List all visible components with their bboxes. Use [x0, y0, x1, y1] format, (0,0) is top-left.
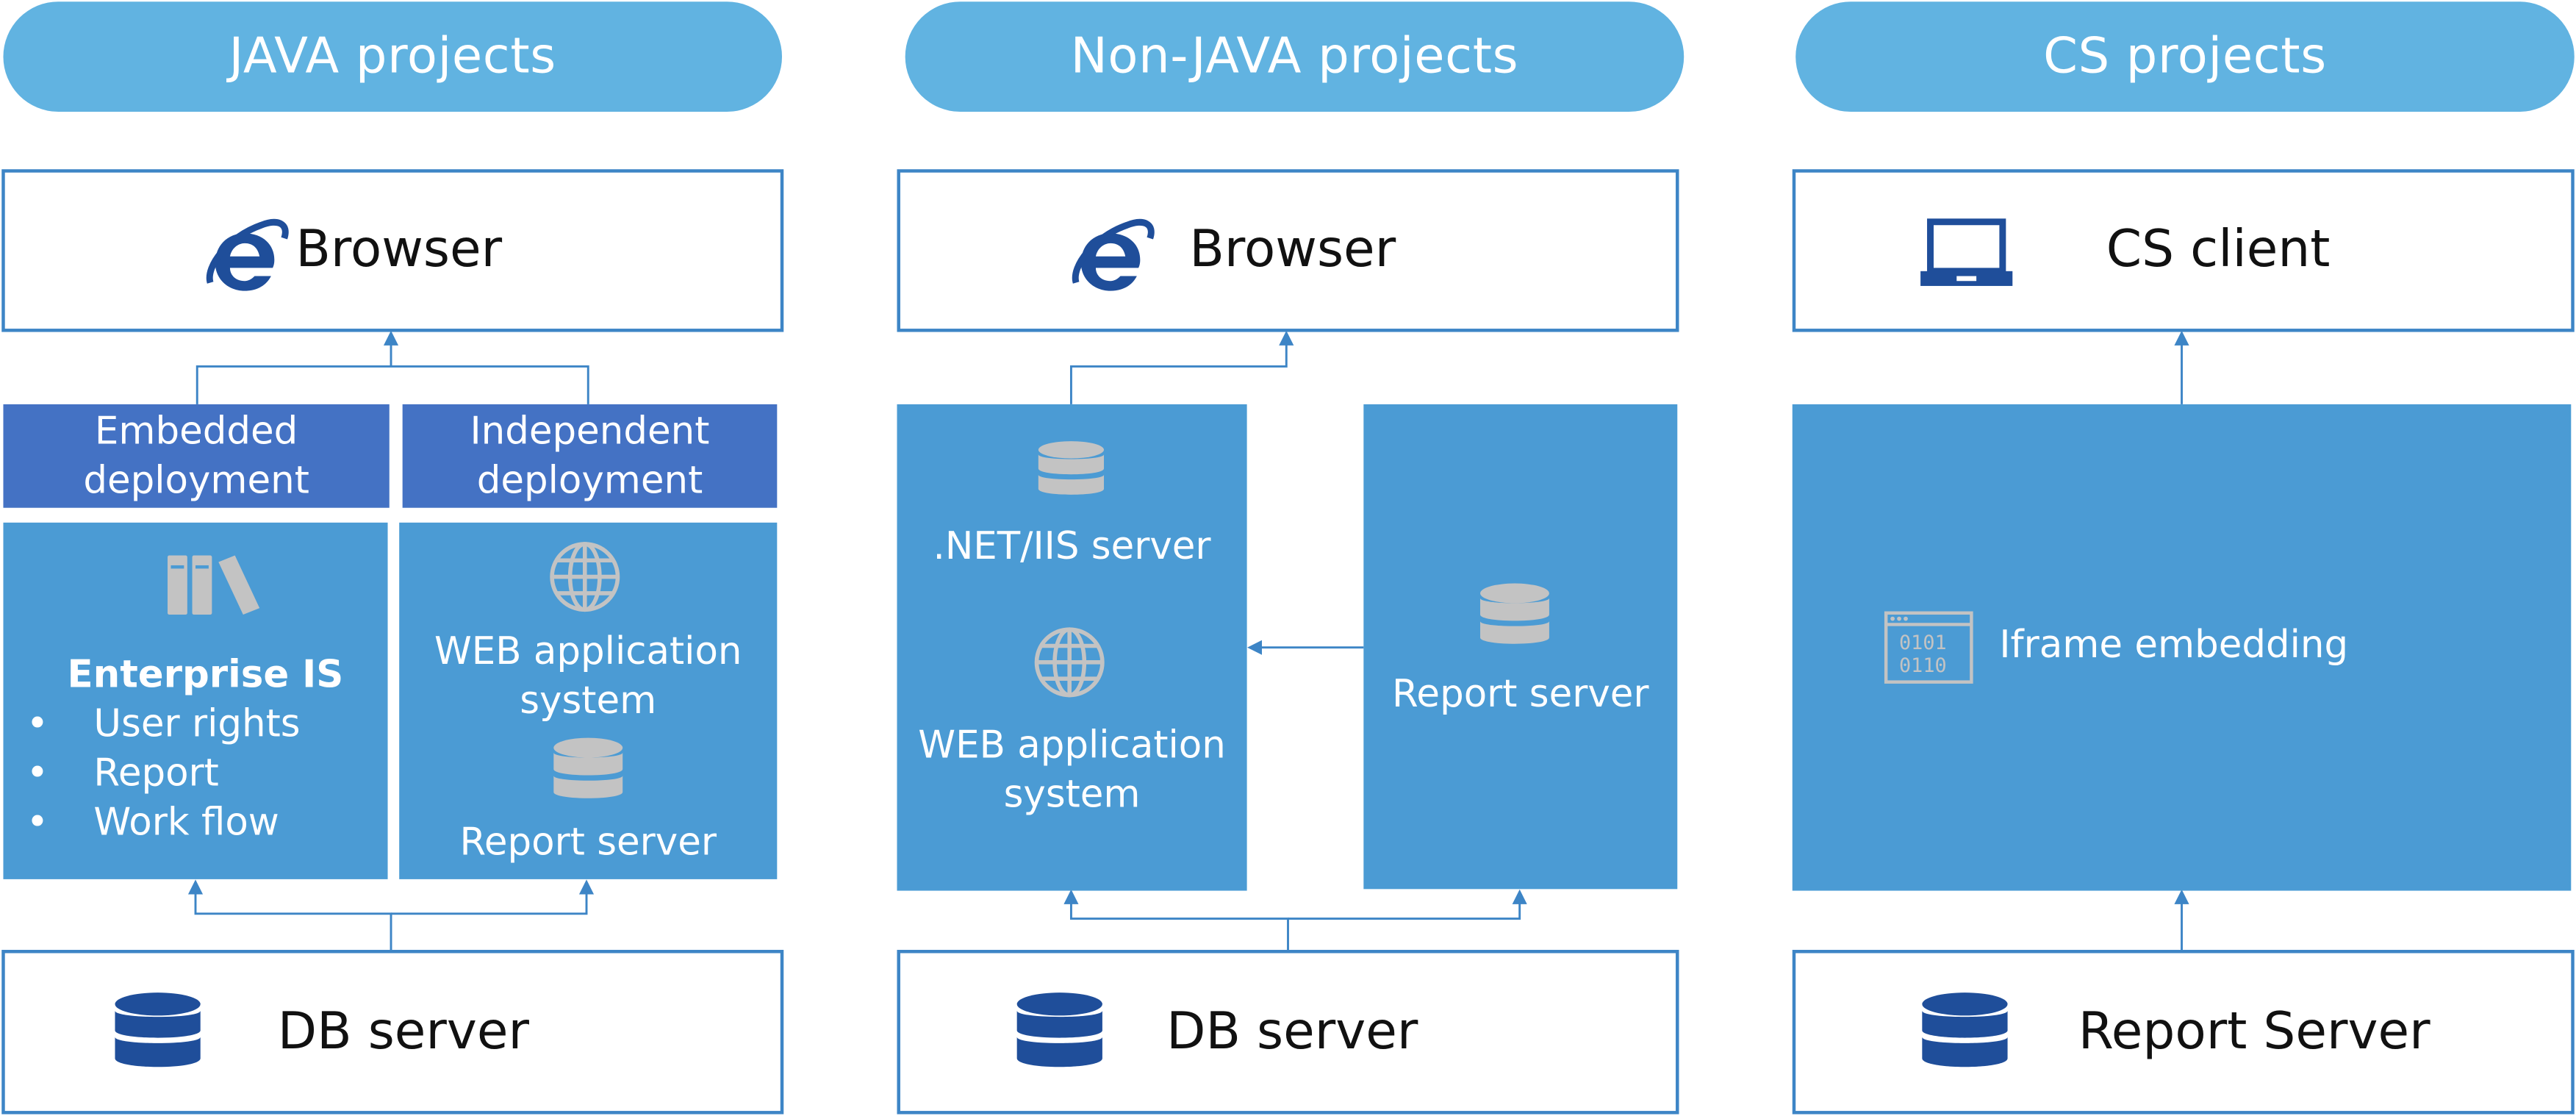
database-icon — [1016, 992, 1102, 1067]
nonjava-db-to-net-arrow — [1063, 889, 1289, 951]
cs-client-label: CS client — [2106, 220, 2331, 280]
bullet-dot: • — [26, 752, 49, 795]
java-projects-header: JAVA projects — [3, 1, 783, 112]
java-projects-title: JAVA projects — [229, 28, 556, 86]
globe-icon — [550, 542, 620, 612]
binary-window-icon: 0101 0110 — [1884, 611, 1973, 684]
laptop-icon — [1920, 218, 2013, 286]
nonjava-web-app-label: WEB application system — [897, 721, 1246, 820]
nonjava-projects-title: Non-JAVA projects — [1070, 28, 1519, 86]
independent-line1: Independent — [470, 409, 710, 453]
nonjava-report-server-block: Report server — [1363, 404, 1678, 890]
cs-client-box: CS client — [1792, 169, 2575, 332]
svg-text:0110: 0110 — [1899, 654, 1947, 677]
nonjava-db-to-report-arrow — [1288, 889, 1527, 920]
embedded-deployment-header: Embedded deployment — [3, 404, 390, 508]
independent-deployment-header: Independent deployment — [402, 404, 778, 508]
iframe-embedding-label: Iframe embedding — [1999, 624, 2349, 668]
database-icon — [115, 992, 201, 1067]
java-report-server-label: Report server — [459, 821, 717, 865]
cs-projects-header: CS projects — [1795, 1, 2575, 112]
database-icon — [1480, 583, 1549, 644]
books-icon — [168, 555, 260, 615]
ie-browser-icon — [1072, 218, 1155, 291]
net-iis-block: .NET/IIS server WEB application system — [897, 404, 1247, 891]
net-iis-server-label: .NET/IIS server — [933, 526, 1211, 569]
nonjava-browser-arrow — [1069, 330, 1294, 404]
nonjava-web-app-line1: WEB application — [918, 724, 1226, 768]
java-db-to-embedded-arrow — [187, 879, 392, 951]
independent-line2: deployment — [476, 459, 703, 502]
globe-icon — [1034, 627, 1105, 698]
java-browser-label: Browser — [295, 220, 503, 280]
architecture-diagram: JAVA projects Browser Embedded deployment… — [0, 0, 2576, 1116]
nonjava-db-server-box: DB server — [897, 950, 1679, 1115]
nonjava-report-server-label: Report server — [1392, 673, 1649, 717]
java-db-server-box: DB server — [1, 950, 784, 1115]
bullet-text: Report — [93, 752, 219, 795]
database-icon — [1038, 441, 1105, 495]
nonjava-browser-label: Browser — [1189, 220, 1396, 280]
cs-projects-title: CS projects — [2043, 28, 2327, 86]
cs-report-server-label: Report Server — [2078, 1002, 2430, 1062]
enterprise-is-block: Enterprise IS • User rights • Report • W… — [3, 522, 388, 879]
independent-block: WEB application system Report server — [399, 522, 778, 879]
nonjava-db-server-label: DB server — [1166, 1002, 1418, 1062]
cs-report-server-box: Report Server — [1792, 950, 2575, 1115]
nonjava-browser-box: Browser — [897, 169, 1679, 332]
embedded-line2: deployment — [83, 459, 309, 502]
database-icon — [553, 737, 623, 798]
java-deploy-to-browser-line — [195, 365, 589, 404]
database-icon — [1922, 992, 2008, 1067]
iframe-embedding-block: 0101 0110 Iframe embedding — [1792, 404, 2572, 891]
bullet-text: User rights — [93, 703, 301, 746]
nonjava-projects-header: Non-JAVA projects — [905, 1, 1685, 112]
bullet-text: Work flow — [93, 801, 279, 845]
bullet-dot: • — [26, 801, 49, 845]
web-app-line1: WEB application — [434, 631, 742, 674]
java-browser-box: Browser — [1, 169, 784, 332]
bullet-dot: • — [26, 703, 49, 746]
java-db-server-label: DB server — [277, 1002, 530, 1062]
svg-text:0101: 0101 — [1899, 632, 1947, 654]
enterprise-is-label: Enterprise IS — [67, 654, 344, 697]
nonjava-web-app-line2: system — [1003, 773, 1141, 817]
embedded-line1: Embedded — [94, 409, 298, 453]
java-db-to-independent-arrow — [391, 879, 595, 915]
web-app-label: WEB application system — [399, 628, 777, 726]
ie-browser-icon — [206, 218, 289, 291]
web-app-line2: system — [520, 680, 657, 723]
